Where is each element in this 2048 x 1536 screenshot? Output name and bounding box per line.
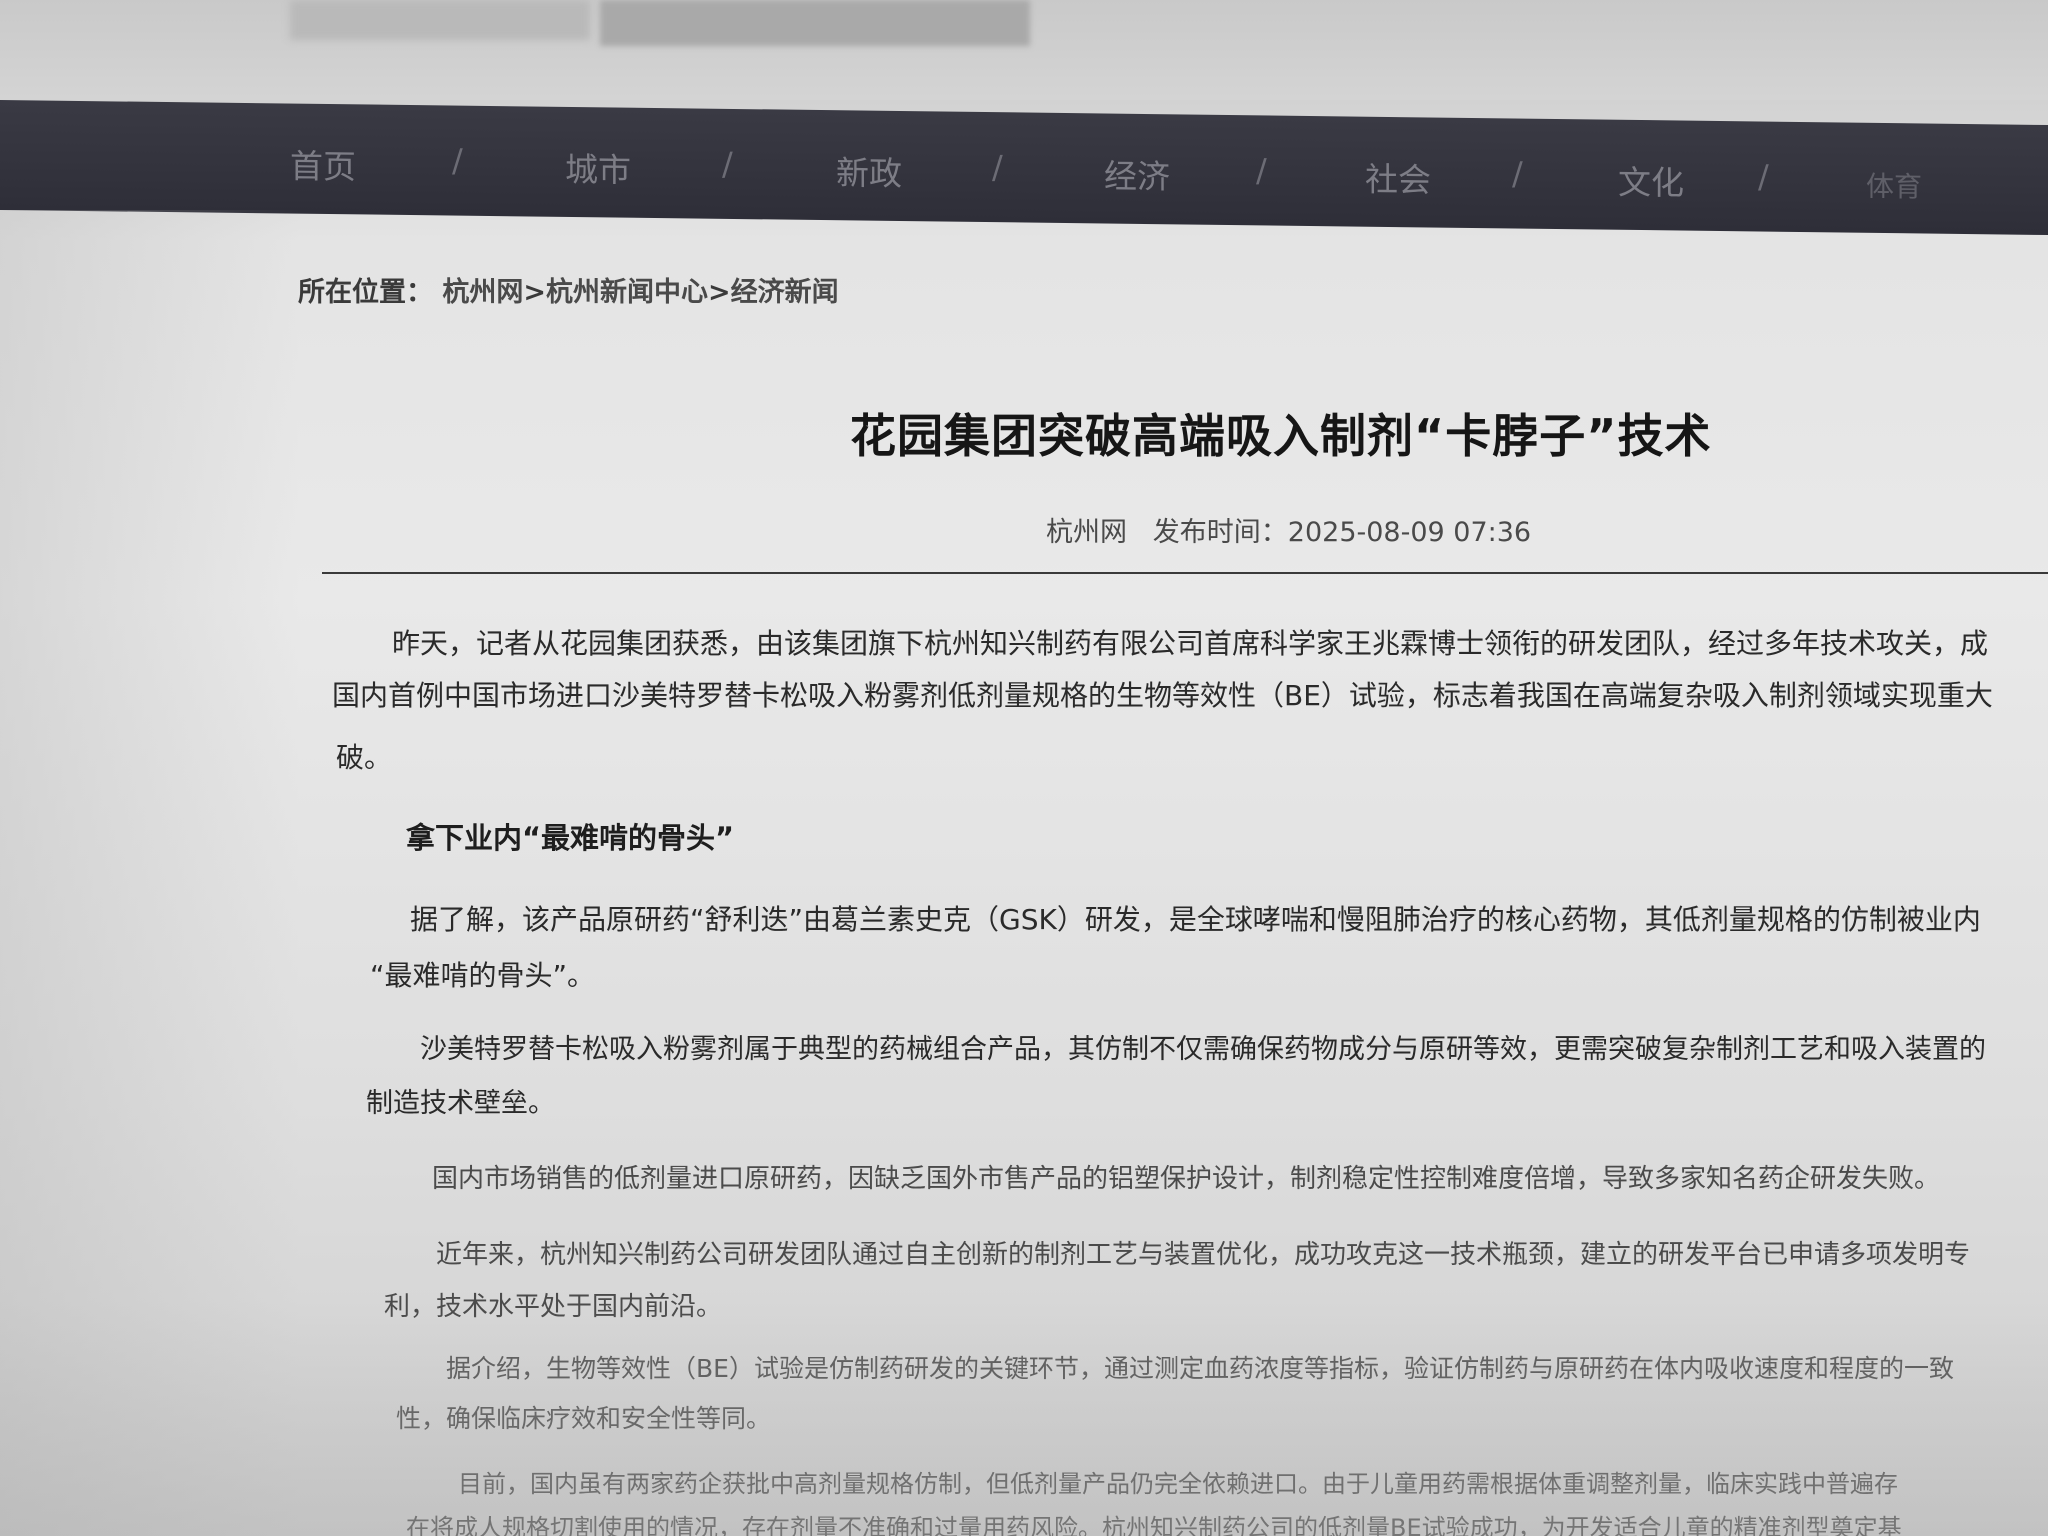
article-paragraph-line: 据介绍，生物等效性（BE）试验是仿制药研发的关键环节，通过测定血药浓度等指标，验… <box>446 1354 1954 1383</box>
nav-separator: / <box>722 144 733 183</box>
header-search-box[interactable] <box>600 0 1030 46</box>
publish-label: 发布时间： <box>1152 517 1288 548</box>
nav-item-economy[interactable]: 经济 <box>1104 149 1170 198</box>
nav-separator: / <box>452 141 463 180</box>
article-paragraph-line: 制造技术壁垒。 <box>366 1088 555 1119</box>
breadcrumb-link-hangzhou-net[interactable]: 杭州网 <box>442 277 523 308</box>
article-paragraph-line: 目前，国内虽有两家药企获批中高剂量规格仿制，但低剂量产品仍完全依赖进口。由于儿童… <box>458 1470 1898 1498</box>
nav-item-society[interactable]: 社会 <box>1365 153 1431 202</box>
breadcrumb-separator: > <box>708 277 731 308</box>
nav-separator: / <box>1758 157 1769 196</box>
browser-page: 首页 / 城市 / 新政 / 经济 / 社会 / 文化 / 体育 所在位置： 杭… <box>0 0 2048 1536</box>
article-paragraph-line: 昨天，记者从花园集团获悉，由该集团旗下杭州知兴制药有限公司首席科学家王兆霖博士领… <box>392 627 1989 660</box>
article-meta: 杭州网 发布时间：2025-08-09 07:36 <box>1046 510 1531 549</box>
nav-item-city[interactable]: 城市 <box>565 143 631 192</box>
breadcrumb-separator: > <box>523 277 547 308</box>
article-paragraph-line: 近年来，杭州知兴制药公司研发团队通过自主创新的制剂工艺与装置优化，成功攻克这一技… <box>436 1240 1971 1270</box>
nav-separator: / <box>1256 151 1267 190</box>
article-content-area: 所在位置： 杭州网>杭州新闻中心>经济新闻 花园集团突破高端吸入制剂“卡脖子”技… <box>0 210 2048 1536</box>
breadcrumb-label: 所在位置： <box>298 277 433 308</box>
nav-separator: / <box>992 148 1003 187</box>
article-paragraph-line: 沙美特罗替卡松吸入粉雾剂属于典型的药械组合产品，其仿制不仅需确保药物成分与原研等… <box>420 1034 1986 1065</box>
article-title: 花园集团突破高端吸入制剂“卡脖子”技术 <box>850 409 1712 463</box>
article-paragraph-line: 在将成人规格切割使用的情况，存在剂量不准确和过量用药风险。杭州知兴制药公司的低剂… <box>406 1514 1902 1536</box>
breadcrumb-link-news-center[interactable]: 杭州新闻中心 <box>546 277 708 308</box>
article-subheading: 拿下业内“最难啃的骨头” <box>406 821 735 855</box>
breadcrumb: 所在位置： 杭州网>杭州新闻中心>经济新闻 <box>298 270 839 309</box>
article-paragraph-line: 国内首例中国市场进口沙美特罗替卡松吸入粉雾剂低剂量规格的生物等效性（BE）试验，… <box>332 679 1993 712</box>
article-paragraph-line: 据了解，该产品原研药“舒利迭”由葛兰素史克（GSK）研发，是全球哮喘和慢阻肺治疗… <box>410 903 1981 936</box>
nav-item-culture[interactable]: 文化 <box>1618 156 1684 205</box>
article-paragraph-line: 破。 <box>336 741 393 774</box>
breadcrumb-link-economy-news[interactable]: 经济新闻 <box>731 277 839 308</box>
site-logo[interactable] <box>290 0 590 40</box>
article-paragraph-line: 利，技术水平处于国内前沿。 <box>384 1292 723 1322</box>
nav-item-policy[interactable]: 新政 <box>836 146 902 195</box>
site-header <box>0 0 2048 100</box>
article-paragraph-line: 性，确保临床疗效和安全性等同。 <box>396 1404 772 1433</box>
publish-time: 2025-08-09 07:36 <box>1287 517 1532 548</box>
article-source: 杭州网 <box>1046 517 1127 548</box>
nav-item-home[interactable]: 首页 <box>290 140 356 189</box>
nav-item-sports[interactable]: 体育 <box>1866 165 1922 206</box>
title-divider <box>322 572 2048 574</box>
article-paragraph-line: “最难啃的骨头”。 <box>370 959 596 992</box>
nav-separator: / <box>1512 154 1523 193</box>
article-paragraph-line: 国内市场销售的低剂量进口原研药，因缺乏国外市售产品的铝塑保护设计，制剂稳定性控制… <box>432 1164 1941 1194</box>
